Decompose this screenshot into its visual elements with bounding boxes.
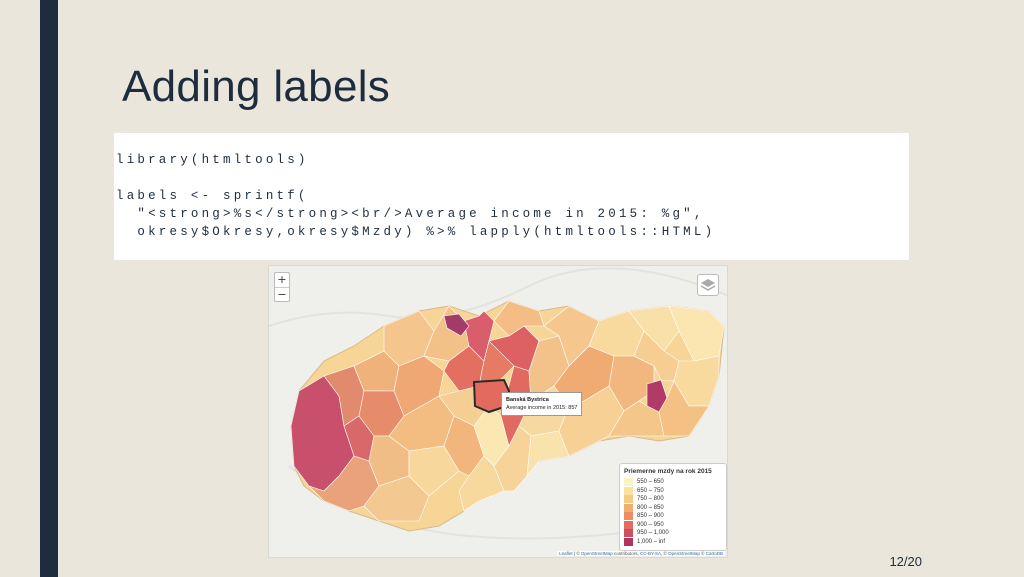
- legend-item: 950 – 1,000: [624, 529, 722, 538]
- attribution-leaflet-link[interactable]: Leaflet: [559, 551, 573, 556]
- slide-title: Adding labels: [122, 62, 391, 111]
- layers-toggle-button[interactable]: [697, 274, 719, 296]
- layers-icon: [700, 279, 716, 291]
- legend-item: 750 – 800: [624, 495, 722, 504]
- legend-label: 800 – 850: [637, 504, 664, 511]
- attribution-text: contributors,: [612, 551, 640, 556]
- legend-label: 650 – 750: [637, 487, 664, 494]
- attribution-license-link[interactable]: CC-BY-SA: [640, 551, 661, 556]
- legend-label: 1,000 – inf: [637, 538, 666, 545]
- legend-swatch: [624, 495, 633, 504]
- code-text: library(htmltools) labels <- sprintf( "<…: [116, 153, 716, 239]
- legend-swatch: [624, 520, 633, 529]
- tooltip-region-name: Banská Bystrica: [506, 397, 549, 403]
- map-attribution: Leaflet | © OpenStreetMap contributors, …: [557, 551, 725, 556]
- attribution-osm-link[interactable]: OpenStreetMap: [668, 551, 700, 556]
- legend-title: Priemerne mzdy na rok 2015: [624, 468, 712, 475]
- region-tooltip: Banská Bystrica Average income in 2015: …: [501, 392, 583, 416]
- zoom-in-button[interactable]: +: [275, 273, 289, 287]
- legend-label: 550 – 650: [637, 479, 664, 486]
- code-block: library(htmltools) labels <- sprintf( "<…: [114, 133, 909, 260]
- legend-swatch: [624, 478, 633, 487]
- legend-label: 900 – 950: [637, 521, 664, 528]
- legend-item: 550 – 650: [624, 478, 722, 487]
- legend-swatch: [624, 512, 633, 521]
- legend-item: 850 – 900: [624, 512, 722, 521]
- legend-swatch: [624, 486, 633, 495]
- attribution-carto-link[interactable]: CartoDB: [706, 551, 723, 556]
- legend-label: 750 – 800: [637, 496, 664, 503]
- tooltip-region-value: Average income in 2015: 857: [506, 405, 578, 411]
- left-accent-bar: [40, 0, 58, 577]
- zoom-control: + −: [274, 272, 290, 302]
- attribution-osm-link[interactable]: OpenStreetMap: [581, 551, 613, 556]
- attribution-text: | ©: [572, 551, 581, 556]
- page-number: 12/20: [889, 554, 922, 569]
- legend-swatch: [624, 537, 633, 546]
- legend-item: 900 – 950: [624, 520, 722, 530]
- legend-swatch: [624, 503, 633, 512]
- legend-label: 850 – 900: [637, 513, 664, 520]
- legend-item: 1,000 – inf: [624, 537, 722, 547]
- map-legend: Priemerne mzdy na rok 2015 550 – 650 650 …: [619, 463, 727, 551]
- legend-item: 800 – 850: [624, 503, 722, 513]
- legend-label: 950 – 1,000: [637, 530, 669, 537]
- legend-swatch: [624, 529, 633, 538]
- legend-item: 650 – 750: [624, 486, 722, 496]
- choropleth-map[interactable]: + − Banská Bystrica Average income in 20…: [268, 265, 728, 558]
- zoom-out-button[interactable]: −: [275, 287, 289, 301]
